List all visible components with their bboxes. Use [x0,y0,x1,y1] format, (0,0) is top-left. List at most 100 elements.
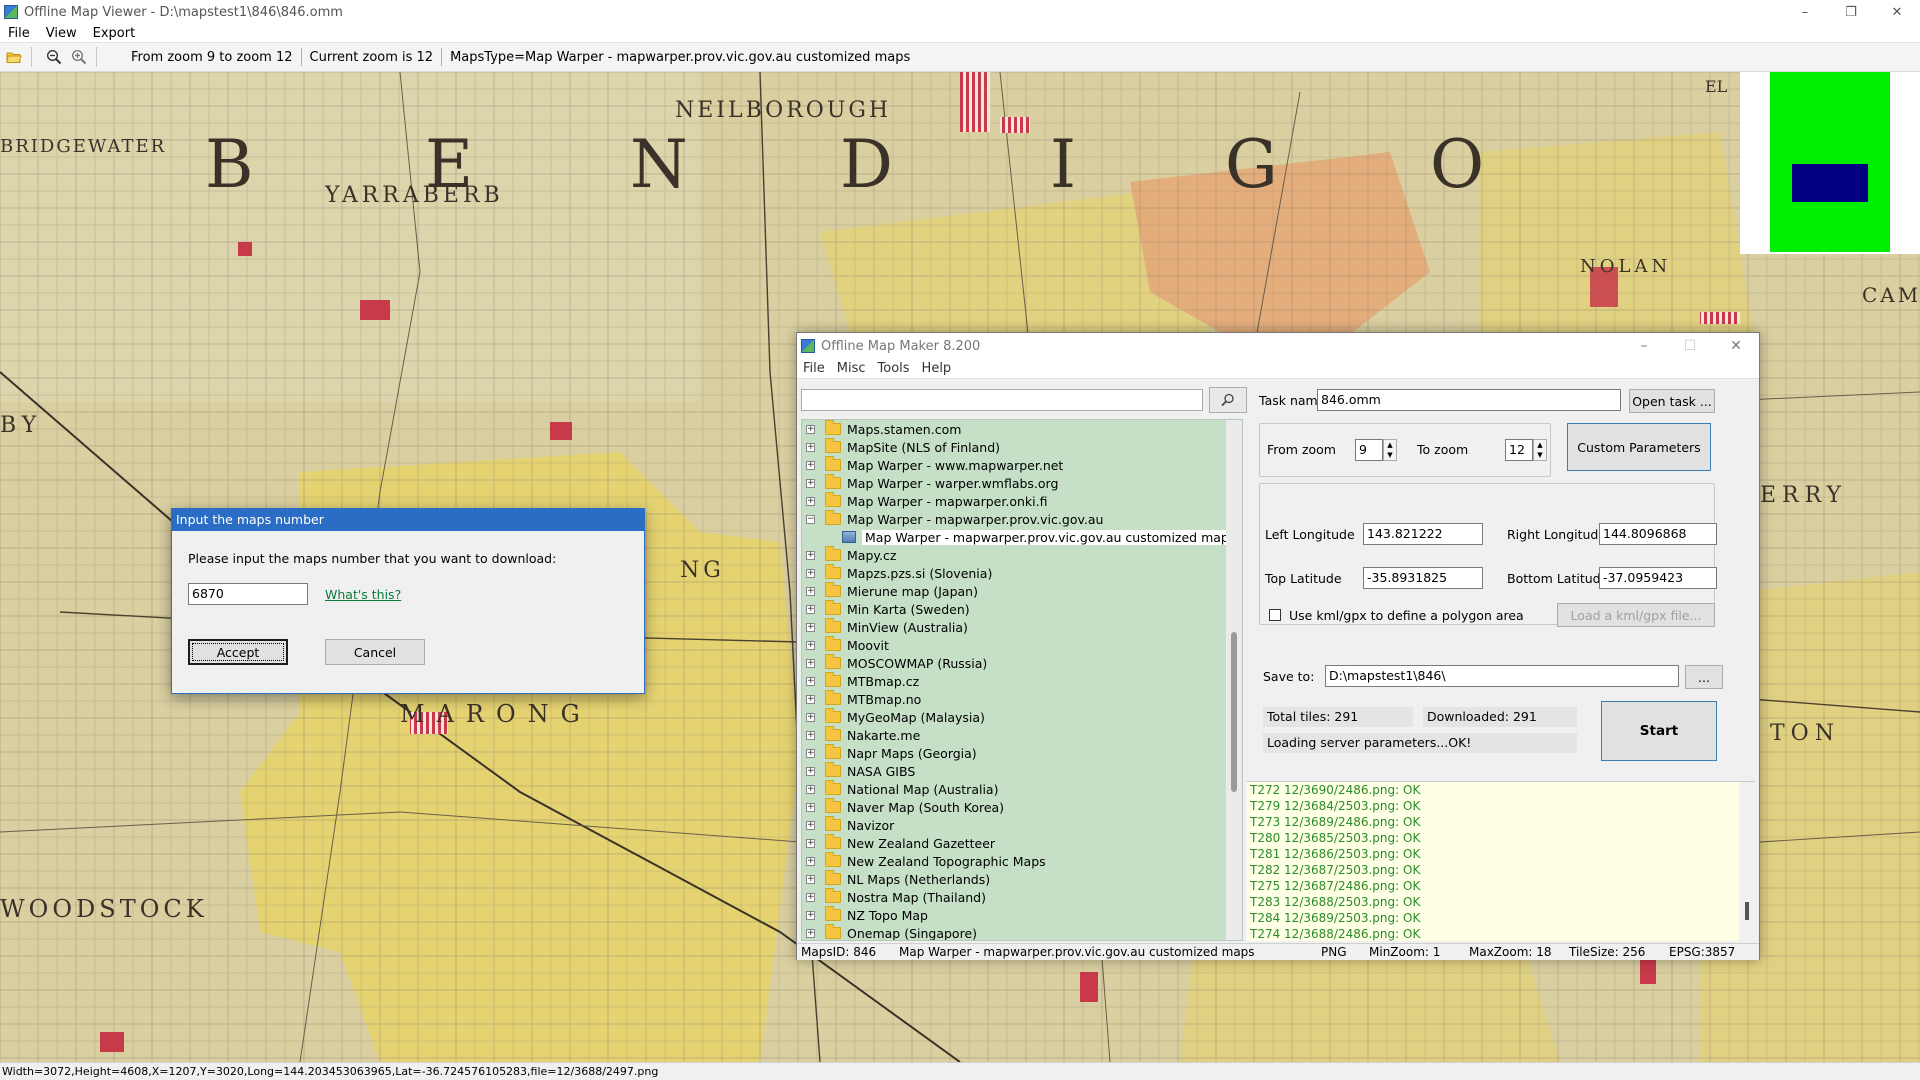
omm-menu-help[interactable]: Help [916,361,958,376]
save-to-input[interactable]: D:\mapstest1\846\ [1325,665,1679,687]
expand-icon[interactable]: + [806,676,815,686]
close-button[interactable]: ✕ [1874,0,1920,24]
to-zoom-spinner[interactable]: ▲ ▼ [1533,439,1547,461]
tree-item[interactable]: + MapSite (NLS of Finland) [802,438,1242,456]
to-zoom-input[interactable]: 12 [1505,439,1533,461]
from-zoom-spinner[interactable]: ▲ ▼ [1383,439,1397,461]
tree-item[interactable]: + Mapzs.pzs.si (Slovenia) [802,564,1242,582]
tree-item[interactable]: + NASA GIBS [802,762,1242,780]
tree-item[interactable]: + Nakarte.me [802,726,1242,744]
task-name-input[interactable]: 846.omm [1317,389,1621,411]
tree-item[interactable]: + Naver Map (South Korea) [802,798,1242,816]
tree-item[interactable]: − Map Warper - mapwarper.prov.vic.gov.au [802,510,1242,528]
tree-item[interactable]: + Navizor [802,816,1242,834]
tree-item[interactable]: + NZ Topo Map [802,906,1242,924]
tree-item[interactable]: + Napr Maps (Georgia) [802,744,1242,762]
expand-icon[interactable]: + [806,820,815,830]
tree-item[interactable]: + Mapy.cz [802,546,1242,564]
tree-item[interactable]: + New Zealand Topographic Maps [802,852,1242,870]
omm-menu-tools[interactable]: Tools [872,361,916,376]
tree-scrollbar-thumb[interactable] [1231,632,1237,792]
expand-icon[interactable]: + [806,748,815,758]
tree-item[interactable]: + Map Warper - mapwarper.onki.fi [802,492,1242,510]
expand-icon[interactable]: + [806,712,815,722]
cancel-button[interactable]: Cancel [325,639,425,665]
expand-icon[interactable]: + [806,730,815,740]
tree-item[interactable]: + National Map (Australia) [802,780,1242,798]
omm-minimize-button[interactable]: – [1621,333,1667,359]
browse-folder-button[interactable]: ... [1685,665,1723,689]
expand-icon[interactable]: + [806,802,815,812]
use-kml-checkbox[interactable] [1269,609,1281,621]
start-button[interactable]: Start [1601,701,1717,761]
right-longitude-input[interactable]: 144.8096868 [1599,523,1717,545]
spin-down-icon[interactable]: ▼ [1537,451,1542,459]
menu-file[interactable]: File [0,26,38,41]
omm-menu-file[interactable]: File [797,361,831,376]
spin-down-icon[interactable]: ▼ [1387,451,1392,459]
log-scrollbar[interactable] [1739,782,1755,941]
omm-menu-misc[interactable]: Misc [831,361,872,376]
maps-tree[interactable]: + Maps.stamen.com + MapSite (NLS of Finland… [801,419,1243,941]
expand-icon[interactable]: + [806,928,815,938]
tree-item-selected[interactable]: Map Warper - mapwarper.prov.vic.gov.au c… [802,528,1242,546]
bottom-latitude-input[interactable]: -37.0959423 [1599,567,1717,589]
expand-icon[interactable]: + [806,442,815,452]
minimize-button[interactable]: – [1782,0,1828,24]
collapse-icon[interactable]: − [806,514,815,524]
whats-this-link[interactable]: What's this? [325,587,401,602]
expand-icon[interactable]: + [806,550,815,560]
tree-item[interactable]: + MTBmap.no [802,690,1242,708]
log-scrollbar-thumb[interactable] [1745,902,1749,920]
expand-icon[interactable]: + [806,658,815,668]
overview-viewport-rect[interactable] [1792,164,1868,202]
open-task-button[interactable]: Open task ... [1629,389,1715,413]
expand-icon[interactable]: + [806,604,815,614]
expand-icon[interactable]: + [806,694,815,704]
expand-icon[interactable]: + [806,424,815,434]
tree-item[interactable]: + Nostra Map (Thailand) [802,888,1242,906]
spin-up-icon[interactable]: ▲ [1387,441,1392,449]
tree-scrollbar[interactable] [1226,420,1242,940]
expand-icon[interactable]: + [806,460,815,470]
tree-item[interactable]: + MinView (Australia) [802,618,1242,636]
expand-icon[interactable]: + [806,622,815,632]
maps-search-button[interactable] [1209,387,1247,413]
expand-icon[interactable]: + [806,766,815,776]
maps-search-input[interactable] [801,389,1203,411]
maps-number-input[interactable]: 6870 [188,583,308,605]
zoom-in-icon[interactable] [68,46,90,68]
expand-icon[interactable]: + [806,586,815,596]
expand-icon[interactable]: + [806,640,815,650]
tree-item[interactable]: + New Zealand Gazetteer [802,834,1242,852]
expand-icon[interactable]: + [806,874,815,884]
maximize-button[interactable]: ❐ [1828,0,1874,24]
tree-item[interactable]: + Maps.stamen.com [802,420,1242,438]
tree-item[interactable]: + Moovit [802,636,1242,654]
expand-icon[interactable]: + [806,856,815,866]
custom-parameters-button[interactable]: Custom Parameters [1567,423,1711,471]
accept-button[interactable]: Accept [188,639,288,665]
menu-export[interactable]: Export [85,26,144,41]
left-longitude-input[interactable]: 143.821222 [1363,523,1483,545]
spin-up-icon[interactable]: ▲ [1537,441,1542,449]
expand-icon[interactable]: + [806,478,815,488]
tree-item[interactable]: + MOSCOWMAP (Russia) [802,654,1242,672]
tree-item[interactable]: + Map Warper - warper.wmflabs.org [802,474,1242,492]
expand-icon[interactable]: + [806,910,815,920]
expand-icon[interactable]: + [806,568,815,578]
omm-close-button[interactable]: ✕ [1713,333,1759,359]
expand-icon[interactable]: + [806,496,815,506]
tree-item[interactable]: + MTBmap.cz [802,672,1242,690]
omm-maximize-button[interactable]: ☐ [1667,333,1713,359]
open-folder-icon[interactable] [3,46,25,68]
tree-item[interactable]: + Min Karta (Sweden) [802,600,1242,618]
from-zoom-input[interactable]: 9 [1355,439,1383,461]
tree-item[interactable]: + MyGeoMap (Malaysia) [802,708,1242,726]
top-latitude-input[interactable]: -35.8931825 [1363,567,1483,589]
load-kml-button[interactable]: Load a kml/gpx file... [1557,603,1715,627]
expand-icon[interactable]: + [806,838,815,848]
zoom-out-icon[interactable] [43,46,65,68]
overview-minimap[interactable] [1740,72,1920,254]
expand-icon[interactable]: + [806,892,815,902]
